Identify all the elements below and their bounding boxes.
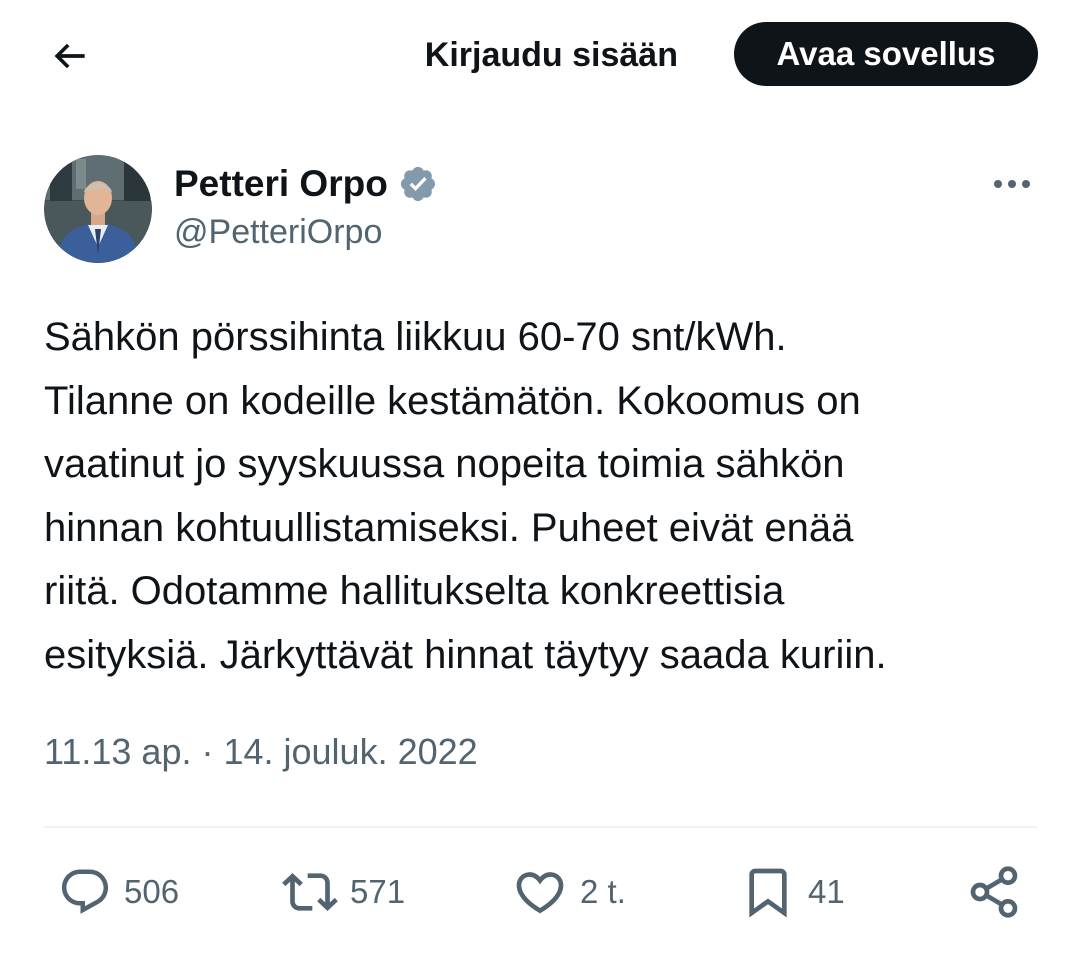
tweet-text-line: vaatinut jo syyskuussa nopeita toimia sä… xyxy=(44,442,845,486)
author-name-row: Petteri Orpo xyxy=(174,160,442,208)
like-count: 2 t. xyxy=(580,873,626,910)
tweet-timestamp[interactable]: 11.13 ap. · 14. jouluk. 2022 xyxy=(44,731,478,773)
back-button[interactable] xyxy=(44,30,96,82)
bookmark-button[interactable]: 41 xyxy=(740,862,845,922)
retweet-count: 571 xyxy=(350,873,406,910)
open-app-button[interactable]: Avaa sovellus xyxy=(734,22,1038,86)
tweet-text-line: hinnan kohtuullistamiseksi. Puheet eivät… xyxy=(44,505,854,550)
retweet-button[interactable]: 571 xyxy=(282,862,405,922)
like-button[interactable]: 2 t. xyxy=(512,862,626,922)
reply-icon xyxy=(58,865,112,919)
heart-icon xyxy=(512,864,568,920)
reply-button[interactable]: 506 xyxy=(58,862,179,922)
display-name[interactable]: Petteri Orpo xyxy=(174,163,388,205)
share-icon xyxy=(966,864,1022,920)
tweet-text-line: Sähkön pörssihinta liikkuu 60-70 snt/kWh… xyxy=(44,315,787,359)
retweet-icon xyxy=(282,864,338,920)
avatar-photo xyxy=(44,155,152,263)
login-link[interactable]: Kirjaudu sisään xyxy=(425,32,678,78)
tweet-text-line: esityksiä. Järkyttävät hinnat täytyy saa… xyxy=(44,632,887,677)
more-dots-icon xyxy=(992,178,1032,190)
more-options-button[interactable] xyxy=(988,162,1036,206)
share-button[interactable] xyxy=(966,862,1022,922)
reply-count: 506 xyxy=(124,873,180,910)
bookmark-icon xyxy=(740,864,796,920)
verified-badge-icon xyxy=(398,162,442,206)
tweet-text-line: riitä. Odotamme hallitukselta konkreetti… xyxy=(44,569,785,613)
tweet-text: Sähkön pörssihinta liikkuu 60-70 snt/kWh… xyxy=(44,306,1044,687)
author-handle[interactable]: @PetteriOrpo xyxy=(174,213,382,252)
divider xyxy=(44,826,1038,828)
tweet-text-line: Tilanne on kodeille kestämätön. Kokoomus… xyxy=(44,378,861,423)
bookmark-count: 41 xyxy=(808,873,845,910)
avatar[interactable] xyxy=(44,155,152,263)
arrow-left-icon xyxy=(48,34,92,78)
